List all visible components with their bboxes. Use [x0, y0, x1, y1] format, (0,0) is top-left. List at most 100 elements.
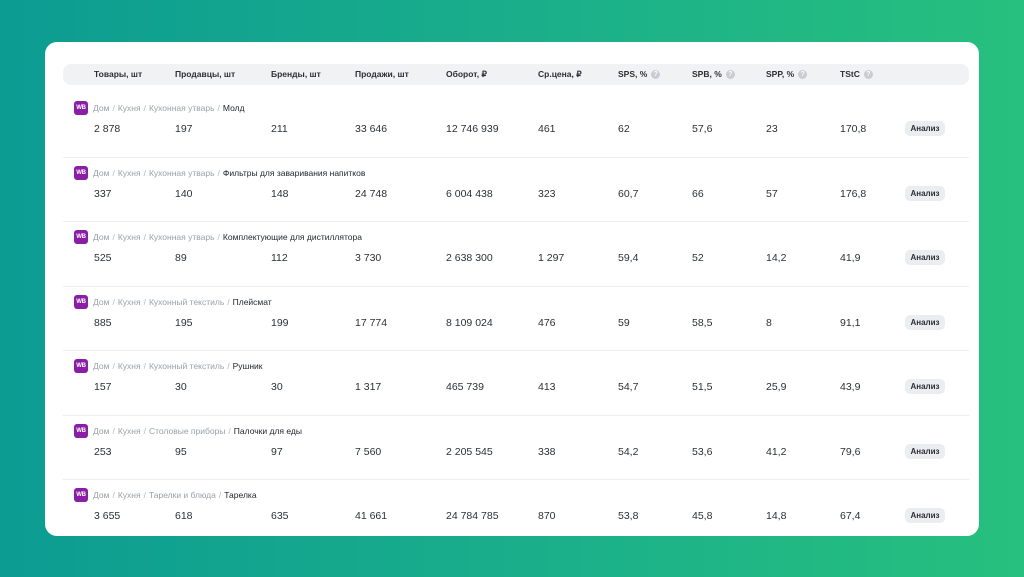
cell-продажи-шт: 7 560: [355, 445, 382, 458]
breadcrumb-item[interactable]: Кухня: [118, 490, 141, 500]
breadcrumb-separator: /: [112, 167, 115, 178]
column-header-label: SPB, %: [692, 69, 722, 79]
cell-оборот: 465 739: [446, 381, 484, 393]
cell-оборот: 8 109 024: [446, 316, 493, 329]
cell-бренды-шт: 635: [271, 510, 289, 522]
category-name[interactable]: Фильтры для заваривания напитков: [223, 168, 365, 178]
wildberries-logo-icon: WB: [74, 359, 88, 373]
category-name[interactable]: Комплектующие для дистиллятора: [223, 232, 362, 242]
cell-товары-шт: 157: [94, 381, 112, 393]
breadcrumb-item[interactable]: Кухня: [118, 361, 141, 371]
breadcrumb-item[interactable]: Тарелки и блюда: [149, 490, 216, 500]
category-name[interactable]: Плейсмат: [233, 297, 272, 307]
breadcrumb-item[interactable]: Дом: [93, 426, 109, 436]
analyze-button[interactable]: Анализ: [905, 508, 945, 523]
wildberries-logo-icon: WB: [74, 101, 88, 115]
category-name[interactable]: Молд: [223, 103, 245, 113]
breadcrumb-item[interactable]: Дом: [93, 297, 109, 307]
cell-spb: 51,5: [692, 381, 713, 393]
column-header-label: SPS, %: [618, 69, 648, 79]
breadcrumb-item[interactable]: Дом: [93, 490, 109, 500]
breadcrumb-separator: /: [143, 103, 146, 113]
cell-продавцы-шт: 30: [175, 381, 187, 393]
breadcrumb-separator: /: [217, 167, 220, 178]
column-header-label: SPP, %: [766, 69, 795, 79]
category-breadcrumb: Дом / Кухня / Тарелки и блюда / Тарелка: [93, 488, 257, 502]
category-name[interactable]: Палочки для еды: [234, 426, 302, 436]
breadcrumb-item[interactable]: Столовые приборы: [149, 426, 225, 436]
column-header: Бренды, шт: [271, 64, 321, 85]
column-header: Продавцы, шт: [175, 64, 235, 85]
breadcrumb-item[interactable]: Кухня: [118, 297, 141, 307]
breadcrumb-item[interactable]: Дом: [93, 361, 109, 371]
analyze-button[interactable]: Анализ: [905, 379, 945, 394]
analyze-button[interactable]: Анализ: [905, 185, 945, 201]
cell-бренды-шт: 97: [271, 445, 283, 458]
wildberries-logo-icon: WB: [74, 423, 88, 438]
column-header: Оборот, ₽: [446, 64, 487, 85]
cell-tstc: 43,9: [840, 381, 861, 393]
cell-товары-шт: 2 878: [94, 123, 121, 135]
column-header: SPP, %?: [766, 64, 808, 85]
info-icon[interactable]: ?: [863, 70, 873, 79]
breadcrumb-separator: /: [143, 425, 146, 436]
breadcrumb-item[interactable]: Кухня: [118, 168, 141, 178]
breadcrumb-item[interactable]: Кухня: [118, 103, 141, 113]
table-row: WB Дом / Кухня / Кухонная утварь / Комплектующи…: [63, 221, 969, 287]
info-icon[interactable]: ?: [798, 70, 808, 79]
breadcrumb-separator: /: [218, 490, 222, 500]
breadcrumb-item[interactable]: Кухня: [118, 232, 141, 242]
breadcrumb-item[interactable]: Кухонная утварь: [149, 168, 215, 178]
analyze-button[interactable]: Анализ: [905, 121, 945, 136]
cell-spp: 25,9: [766, 381, 787, 393]
cell-spb: 57,6: [692, 123, 713, 135]
cell-продажи-шт: 1 317: [355, 381, 382, 393]
cell-продажи-шт: 17 774: [355, 316, 388, 329]
breadcrumb-item[interactable]: Кухонная утварь: [149, 232, 215, 242]
cell-tstc: 79,6: [840, 445, 861, 458]
cell-tstc: 67,4: [840, 510, 861, 522]
breadcrumb-item[interactable]: Кухонная утварь: [149, 103, 215, 113]
wildberries-logo-icon: WB: [74, 165, 88, 180]
info-icon[interactable]: ?: [651, 70, 661, 79]
table-row: WB Дом / Кухня / Тарелки и блюда / Тарелка 3 655…: [63, 479, 969, 536]
cell-ср-цена: 1 297: [538, 252, 565, 264]
breadcrumb-separator: /: [143, 361, 146, 371]
cell-sps: 60,7: [618, 187, 639, 200]
category-name[interactable]: Рушник: [233, 361, 263, 371]
cell-tstc: 170,8: [840, 123, 867, 135]
cell-товары-шт: 337: [94, 187, 112, 200]
cell-ср-цена: 461: [538, 123, 556, 135]
column-header: Продажи, шт: [355, 64, 409, 85]
cell-оборот: 24 784 785: [446, 510, 499, 522]
cell-товары-шт: 3 655: [94, 510, 121, 522]
cell-sps: 54,7: [618, 381, 639, 393]
category-name[interactable]: Тарелка: [224, 490, 256, 500]
breadcrumb-item[interactable]: Кухня: [118, 426, 141, 436]
cell-продажи-шт: 41 661: [355, 510, 388, 522]
category-breadcrumb: Дом / Кухня / Кухонная утварь / Молд: [93, 101, 245, 115]
info-icon[interactable]: ?: [725, 70, 735, 79]
column-header-label: Бренды, шт: [271, 69, 321, 79]
analyze-button[interactable]: Анализ: [905, 314, 945, 330]
breadcrumb-separator: /: [112, 103, 115, 113]
analyze-button[interactable]: Анализ: [905, 250, 945, 265]
category-breadcrumb: Дом / Кухня / Кухонная утварь / Фильтры для за…: [93, 166, 365, 180]
column-header: Товары, шт: [94, 64, 142, 85]
breadcrumb-separator: /: [228, 425, 231, 436]
category-breadcrumb: Дом / Кухня / Кухонный текстиль / Рушник: [93, 359, 263, 373]
cell-продажи-шт: 33 646: [355, 123, 388, 135]
analyze-button[interactable]: Анализ: [905, 443, 945, 459]
cell-бренды-шт: 199: [271, 316, 289, 329]
cell-spp: 41,2: [766, 445, 787, 458]
column-header-label: Продавцы, шт: [175, 69, 236, 79]
breadcrumb-item[interactable]: Кухонный текстиль: [149, 297, 224, 307]
cell-бренды-шт: 30: [271, 381, 283, 393]
breadcrumb-item[interactable]: Дом: [93, 168, 109, 178]
breadcrumb-item[interactable]: Дом: [93, 103, 109, 113]
table-row: WB Дом / Кухня / Кухонный текстиль / Плейсмат 88…: [63, 286, 969, 351]
breadcrumb-item[interactable]: Кухонный текстиль: [149, 361, 224, 371]
breadcrumb-item[interactable]: Дом: [93, 232, 109, 242]
cell-ср-цена: 338: [538, 445, 556, 458]
category-breadcrumb: Дом / Кухня / Кухонная утварь / Комплектующие …: [93, 230, 362, 244]
